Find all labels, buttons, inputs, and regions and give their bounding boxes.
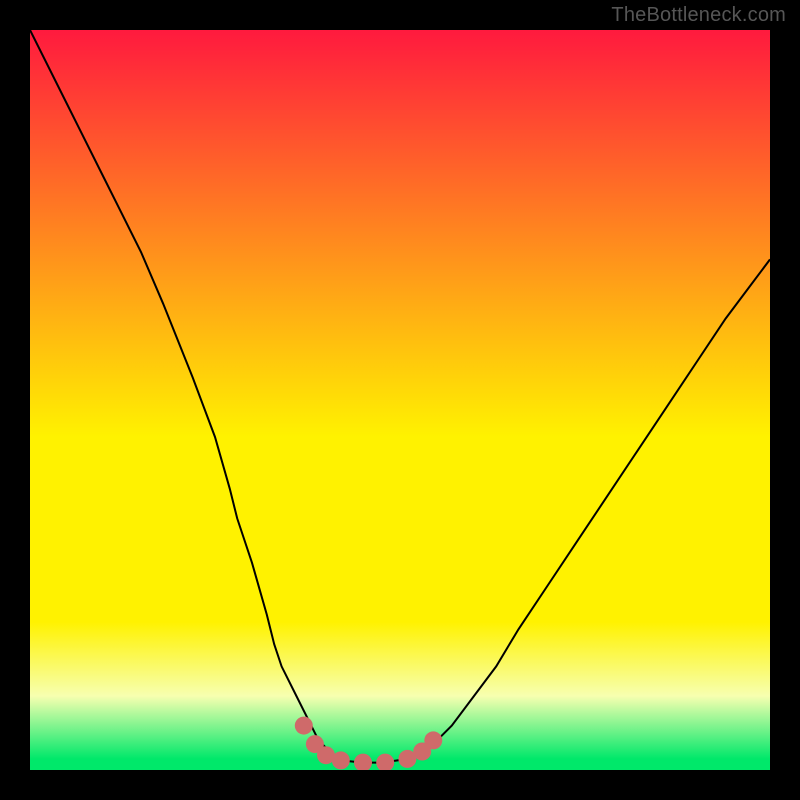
highlight-dot (332, 751, 350, 769)
chart-container (30, 30, 770, 770)
highlight-dot (295, 717, 313, 735)
watermark-text: TheBottleneck.com (611, 4, 786, 27)
chart-background (30, 30, 770, 770)
bottleneck-chart (30, 30, 770, 770)
highlight-dot (424, 731, 442, 749)
page-frame: TheBottleneck.com (0, 0, 800, 800)
